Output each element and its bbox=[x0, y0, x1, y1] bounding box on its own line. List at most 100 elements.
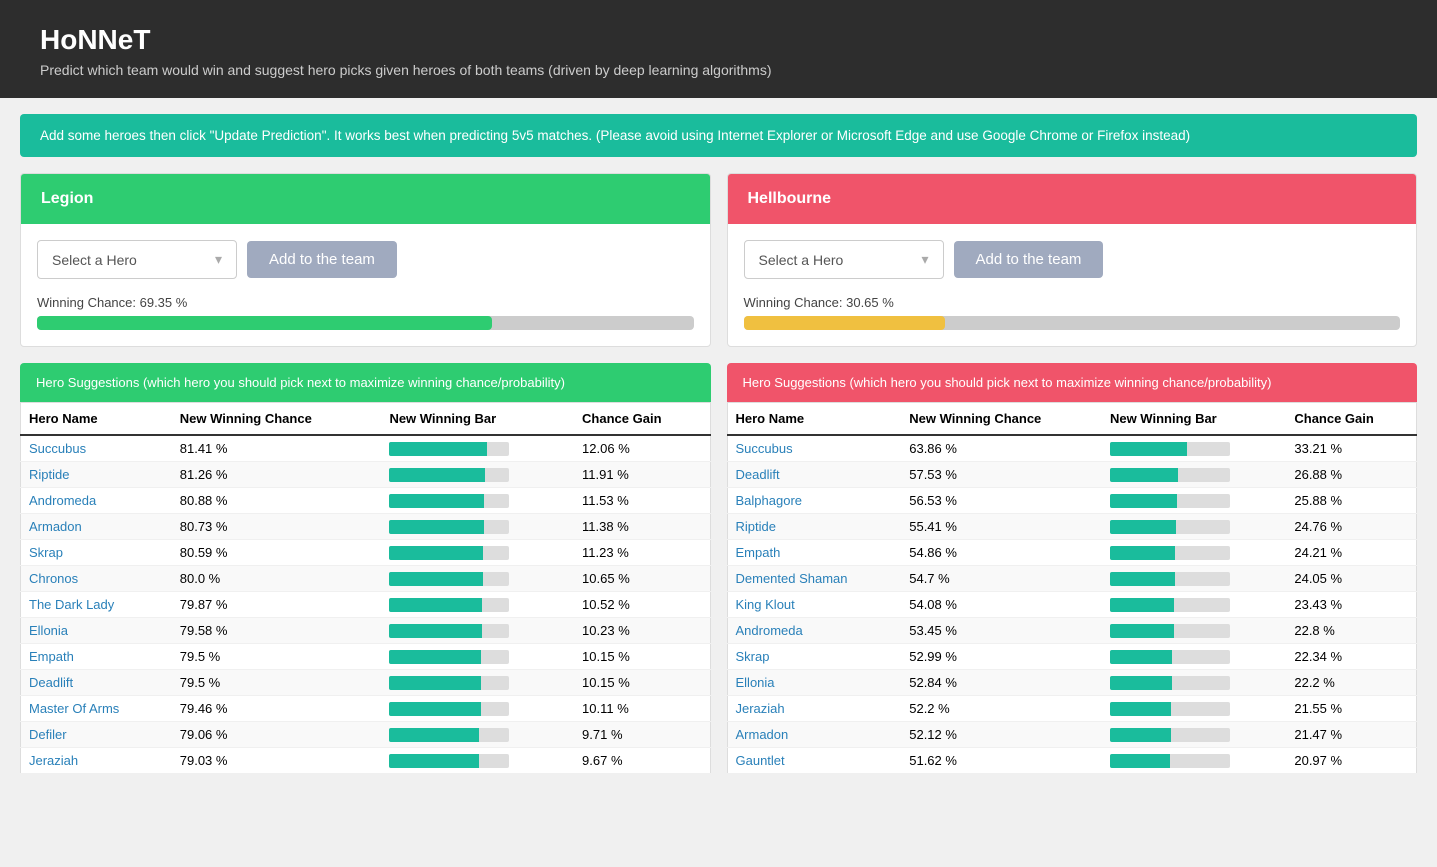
legion-suggestions-header: Hero Suggestions (which hero you should … bbox=[20, 363, 711, 402]
legion-sug-text: Hero Suggestions (which hero you should … bbox=[36, 375, 565, 390]
hellbourne-winning: Winning Chance: 30.65 % bbox=[728, 295, 1417, 346]
hellbourne-suggestions-table: Hero Name New Winning Chance New Winning… bbox=[727, 402, 1418, 774]
chance-gain: 10.23 % bbox=[574, 618, 710, 644]
hellbourne-col-hero: Hero Name bbox=[727, 403, 901, 436]
table-row: Riptide55.41 %24.76 % bbox=[727, 514, 1417, 540]
hero-link[interactable]: Skrap bbox=[29, 545, 63, 560]
hero-link[interactable]: Armadon bbox=[29, 519, 82, 534]
hero-link[interactable]: Skrap bbox=[736, 649, 770, 664]
mini-bar-fill bbox=[389, 754, 479, 768]
mini-bar-bg bbox=[389, 624, 509, 638]
mini-bar-bg bbox=[389, 520, 509, 534]
hero-link[interactable]: Empath bbox=[29, 649, 74, 664]
hero-link[interactable]: Riptide bbox=[736, 519, 776, 534]
mini-bar-bg bbox=[1110, 754, 1230, 768]
winning-chance: 56.53 % bbox=[901, 488, 1102, 514]
mini-bar-fill bbox=[389, 676, 480, 690]
winning-chance: 79.06 % bbox=[172, 722, 382, 748]
hero-link[interactable]: Defiler bbox=[29, 727, 67, 742]
hero-link[interactable]: King Klout bbox=[736, 597, 795, 612]
mini-bar-fill bbox=[389, 598, 481, 612]
hero-link[interactable]: Ellonia bbox=[29, 623, 68, 638]
mini-bar-bg bbox=[389, 442, 509, 456]
table-row: Chronos80.0 %10.65 % bbox=[21, 566, 711, 592]
hero-link[interactable]: Jeraziah bbox=[736, 701, 785, 716]
teams-row: Legion Select a Hero ▾ Add to the team W… bbox=[20, 173, 1417, 347]
winning-bar-cell bbox=[1102, 748, 1286, 774]
hero-link[interactable]: Deadlift bbox=[736, 467, 780, 482]
table-row: Gauntlet51.62 %20.97 % bbox=[727, 748, 1417, 774]
legion-hero-select[interactable]: Select a Hero ▾ bbox=[37, 240, 237, 279]
winning-chance: 55.41 % bbox=[901, 514, 1102, 540]
mini-bar-bg bbox=[1110, 572, 1230, 586]
legion-add-button[interactable]: Add to the team bbox=[247, 241, 397, 278]
hero-link[interactable]: Ellonia bbox=[736, 675, 775, 690]
chance-gain: 23.43 % bbox=[1286, 592, 1416, 618]
legion-col-gain: Chance Gain bbox=[574, 403, 710, 436]
legion-winning-label: Winning Chance: 69.35 % bbox=[37, 295, 694, 310]
hero-link[interactable]: Jeraziah bbox=[29, 753, 78, 768]
winning-bar-cell bbox=[381, 514, 574, 540]
hellbourne-header: Hellbourne bbox=[728, 174, 1417, 224]
winning-bar-cell bbox=[381, 618, 574, 644]
hero-link[interactable]: Riptide bbox=[29, 467, 69, 482]
winning-chance: 79.5 % bbox=[172, 644, 382, 670]
table-row: Empath 54.86 % 24.21 % bbox=[727, 540, 1417, 566]
chance-gain: 10.52 % bbox=[574, 592, 710, 618]
winning-chance: 52.12 % bbox=[901, 722, 1102, 748]
hero-link[interactable]: Armadon bbox=[736, 727, 789, 742]
hellbourne-add-button[interactable]: Add to the team bbox=[954, 241, 1104, 278]
mini-bar-fill bbox=[1110, 598, 1174, 612]
winning-bar-cell bbox=[381, 748, 574, 774]
mini-bar-fill bbox=[389, 572, 483, 586]
chance-gain: 24.21 % bbox=[1286, 540, 1416, 566]
winning-chance: 79.5 % bbox=[172, 670, 382, 696]
app-title: HoNNeT bbox=[40, 24, 1397, 56]
hellbourne-name: Hellbourne bbox=[748, 190, 832, 207]
mini-bar-fill bbox=[389, 624, 481, 638]
hero-link[interactable]: Gauntlet bbox=[736, 753, 785, 768]
chance-gain: 24.05 % bbox=[1286, 566, 1416, 592]
table-row: Jeraziah79.03 %9.67 % bbox=[21, 748, 711, 774]
header: HoNNeT Predict which team would win and … bbox=[0, 0, 1437, 98]
winning-chance: 54.86 % bbox=[901, 540, 1102, 566]
winning-chance: 79.58 % bbox=[172, 618, 382, 644]
mini-bar-fill bbox=[1110, 702, 1171, 716]
hero-link[interactable]: Chronos bbox=[29, 571, 78, 586]
table-row: Demented Shaman54.7 %24.05 % bbox=[727, 566, 1417, 592]
mini-bar-bg bbox=[389, 728, 509, 742]
mini-bar-fill bbox=[1110, 754, 1170, 768]
hero-link[interactable]: The Dark Lady bbox=[29, 597, 114, 612]
legion-col-chance: New Winning Chance bbox=[172, 403, 382, 436]
hellbourne-hero-select[interactable]: Select a Hero ▾ bbox=[744, 240, 944, 279]
hero-link[interactable]: Deadlift bbox=[29, 675, 73, 690]
hero-link[interactable]: Succubus bbox=[736, 441, 793, 456]
hero-link[interactable]: Andromeda bbox=[29, 493, 96, 508]
table-row: Andromeda53.45 %22.8 % bbox=[727, 618, 1417, 644]
table-row: Master Of Arms79.46 %10.11 % bbox=[21, 696, 711, 722]
table-row: Ellonia 79.58 % 10.23 % bbox=[21, 618, 711, 644]
mini-bar-fill bbox=[1110, 728, 1171, 742]
chance-gain: 10.15 % bbox=[574, 644, 710, 670]
mini-bar-bg bbox=[389, 676, 509, 690]
winning-chance: 52.84 % bbox=[901, 670, 1102, 696]
chance-gain: 22.34 % bbox=[1286, 644, 1416, 670]
hero-link[interactable]: Andromeda bbox=[736, 623, 803, 638]
winning-bar-cell bbox=[1102, 644, 1286, 670]
app-subtitle: Predict which team would win and suggest… bbox=[40, 62, 1397, 78]
hero-link[interactable]: Master Of Arms bbox=[29, 701, 119, 716]
mini-bar-fill bbox=[389, 650, 480, 664]
chance-gain: 20.97 % bbox=[1286, 748, 1416, 774]
winning-chance: 80.88 % bbox=[172, 488, 382, 514]
table-row: Succubus81.41 %12.06 % bbox=[21, 435, 711, 462]
mini-bar-fill bbox=[389, 494, 484, 508]
table-row: Defiler79.06 %9.71 % bbox=[21, 722, 711, 748]
hero-link[interactable]: Demented Shaman bbox=[736, 571, 848, 586]
hero-link[interactable]: Balphagore bbox=[736, 493, 803, 508]
legion-panel: Legion Select a Hero ▾ Add to the team W… bbox=[20, 173, 711, 347]
suggestions-section: Hero Suggestions (which hero you should … bbox=[20, 363, 1417, 774]
legion-suggestions: Hero Suggestions (which hero you should … bbox=[20, 363, 711, 774]
hero-link[interactable]: Succubus bbox=[29, 441, 86, 456]
hero-link[interactable]: Empath bbox=[736, 545, 781, 560]
mini-bar-bg bbox=[1110, 468, 1230, 482]
